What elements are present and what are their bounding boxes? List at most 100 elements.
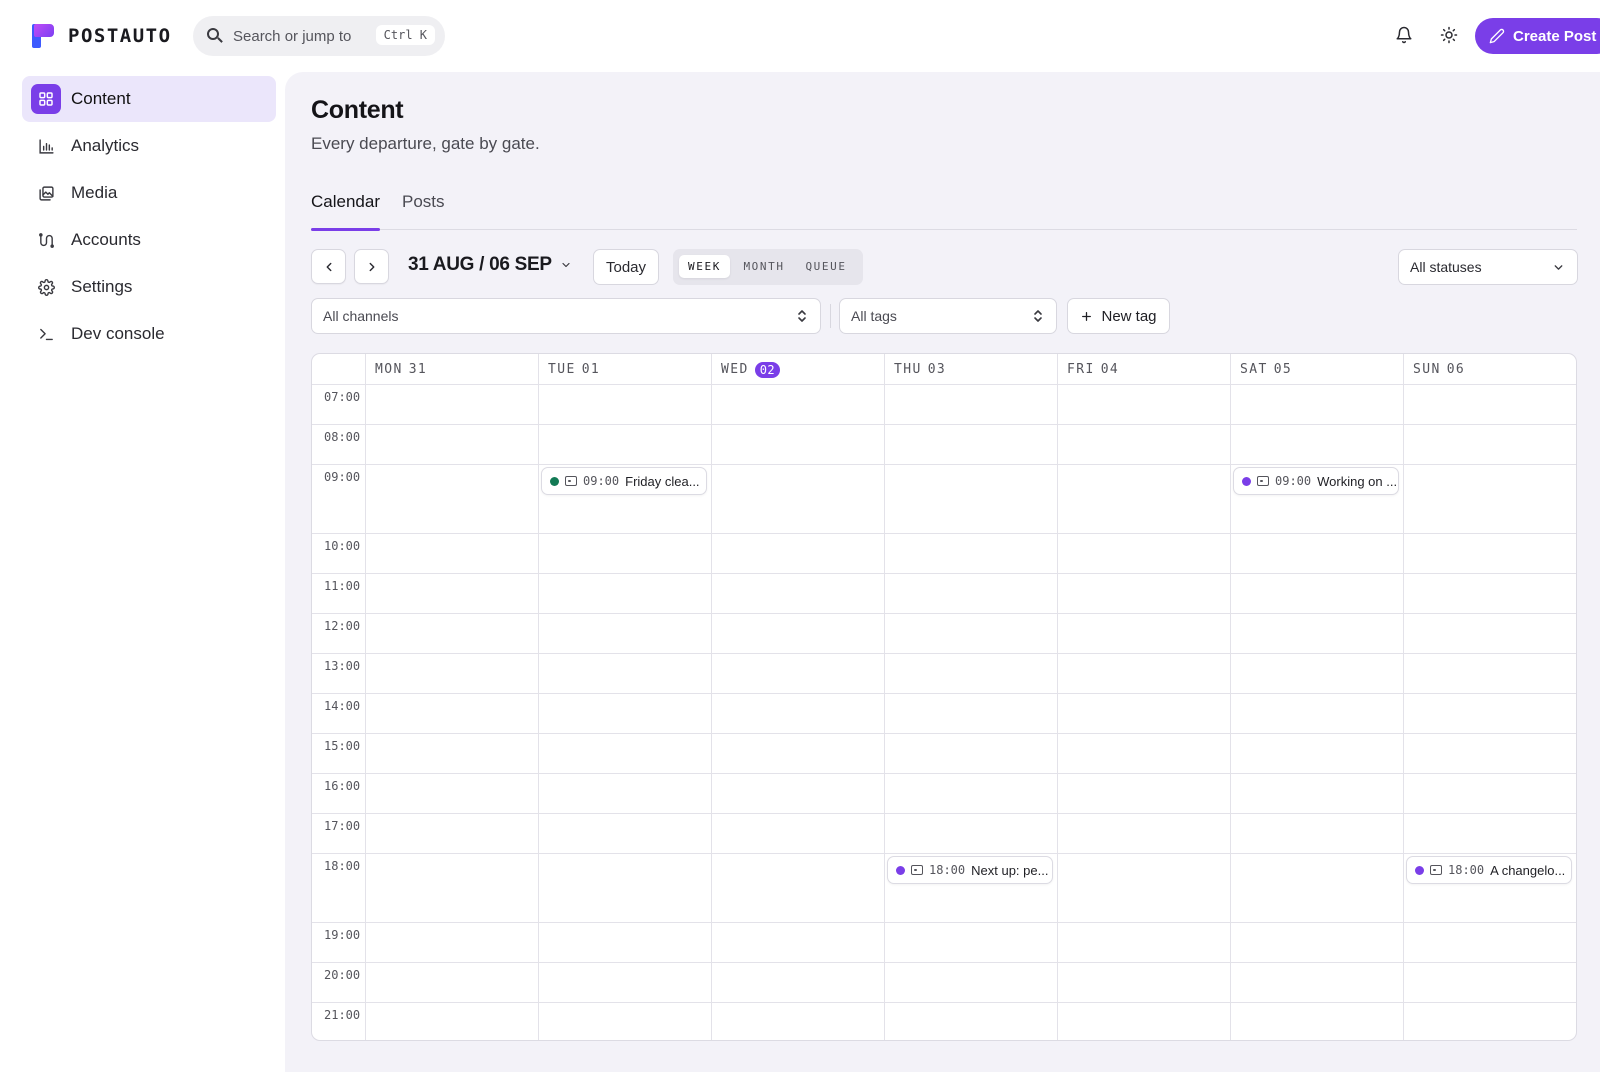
hour-label: 14:00 (324, 699, 361, 713)
hour-row[interactable]: 16:00 (312, 774, 1576, 814)
day-column-divider (365, 385, 366, 1040)
sidebar-item-settings[interactable]: Settings (22, 264, 276, 310)
hour-row[interactable]: 12:00 (312, 614, 1576, 654)
status-dot (896, 865, 905, 875)
tab-bar: Calendar Posts (311, 192, 1577, 231)
theme-toggle-sun-icon[interactable] (1438, 24, 1460, 46)
day-header[interactable]: MON 31 (365, 354, 538, 385)
day-column-divider (1403, 385, 1404, 1040)
view-month-button[interactable]: MONTH (736, 255, 792, 278)
chevron-down-icon (562, 262, 570, 268)
hour-row[interactable]: 10:00 (312, 534, 1576, 574)
tab-posts[interactable]: Posts (402, 192, 445, 230)
hour-label: 21:00 (324, 1008, 361, 1022)
hour-label: 10:00 (324, 539, 361, 553)
day-header[interactable]: FRI 04 (1057, 354, 1230, 385)
main-panel: Content Every departure, gate by gate. C… (285, 72, 1600, 1072)
view-queue-button[interactable]: QUEUE (797, 255, 855, 278)
sidebar-item-dev-console[interactable]: Dev console (22, 311, 276, 357)
hour-row[interactable]: 08:00 (312, 425, 1576, 465)
hour-row[interactable]: 21:00 (312, 1003, 1576, 1040)
tab-calendar[interactable]: Calendar (311, 192, 380, 231)
post-title: Working on ... (1317, 473, 1398, 489)
hour-label: 09:00 (324, 470, 361, 484)
day-header[interactable]: THU 03 (884, 354, 1057, 385)
search-icon (207, 28, 223, 44)
day-column-divider (711, 385, 712, 1040)
hour-label: 11:00 (324, 579, 361, 593)
day-header[interactable]: SAT 05 (1230, 354, 1403, 385)
image-icon (911, 865, 923, 875)
day-date: 01 (581, 362, 601, 377)
week-calendar-grid: MON 31 TUE 01 WED 02 THU 03 FRI 04 SAT 05 SUN 06 07:00… (311, 353, 1577, 1041)
hour-label: 12:00 (324, 619, 361, 633)
tag-filter-select[interactable]: All tags (839, 298, 1057, 334)
hour-row[interactable]: 20:00 (312, 963, 1576, 1003)
previous-week-button[interactable] (311, 249, 346, 284)
sidebar-item-analytics[interactable]: Analytics (22, 123, 276, 169)
status-filter-value: All statuses (1410, 259, 1482, 275)
page-subtitle: Every departure, gate by gate. (311, 134, 540, 153)
day-header[interactable]: TUE 01 (538, 354, 711, 385)
channel-filter-select[interactable]: All channels (311, 298, 821, 334)
day-column-divider (884, 385, 885, 1040)
day-name: THU (894, 362, 922, 377)
accounts-icon (31, 225, 61, 255)
bell-icon[interactable] (1393, 24, 1415, 46)
hour-row[interactable]: 15:00 (312, 734, 1576, 774)
post-title: Friday clea... (625, 473, 700, 489)
day-date: 31 (408, 362, 428, 377)
day-header[interactable]: WED 02 (711, 354, 884, 385)
post-time: 18:00 (1448, 863, 1485, 877)
scheduled-post-card[interactable]: 18:00 Next up: pe... (887, 856, 1053, 884)
create-post-button[interactable]: Create Post (1475, 18, 1600, 54)
sidebar-item-label: Dev console (71, 324, 165, 343)
scheduled-post-card[interactable]: 09:00 Friday clea... (541, 467, 707, 495)
post-title: A changelo... (1490, 862, 1566, 878)
view-week-button[interactable]: WEEK (679, 255, 730, 278)
sidebar-item-content[interactable]: Content (22, 76, 276, 122)
status-filter-select[interactable]: All statuses (1398, 249, 1578, 285)
filter-divider (830, 304, 831, 328)
sidebar-item-label: Accounts (71, 230, 141, 249)
sidebar-item-media[interactable]: Media (22, 170, 276, 216)
page-title: Content (311, 96, 404, 124)
calendar-header: MON 31 TUE 01 WED 02 THU 03 FRI 04 SAT 05 SUN 06 (312, 354, 1576, 385)
sidebar-item-accounts[interactable]: Accounts (22, 217, 276, 263)
sidebar-item-label: Media (71, 183, 118, 202)
search-input[interactable]: Search or jump to Ctrl K (193, 16, 445, 56)
status-dot (550, 476, 559, 486)
create-post-label: Create Post (1513, 27, 1597, 45)
chevron-right-icon (369, 262, 374, 271)
logo[interactable]: POSTAUTO (30, 22, 172, 50)
image-icon (1257, 476, 1269, 486)
hour-row[interactable]: 11:00 (312, 574, 1576, 614)
hour-label: 17:00 (324, 819, 361, 833)
scheduled-post-card[interactable]: 18:00 A changelo... (1406, 856, 1572, 884)
hour-label: 16:00 (324, 779, 361, 793)
new-tag-button[interactable]: New tag (1067, 298, 1170, 334)
hour-row[interactable]: 13:00 (312, 654, 1576, 694)
date-range-label: 31 AUG / 06 SEP (408, 254, 552, 275)
brand-name: POSTAUTO (68, 25, 172, 47)
hour-row[interactable]: 19:00 (312, 923, 1576, 963)
date-range-picker[interactable]: 31 AUG / 06 SEP (408, 254, 572, 276)
chevron-left-icon (326, 262, 331, 271)
chevron-down-icon (1554, 265, 1563, 270)
hour-row[interactable]: 17:00 (312, 814, 1576, 854)
hour-label: 07:00 (324, 390, 361, 404)
sidebar-item-label: Analytics (71, 136, 140, 155)
day-name: FRI (1067, 362, 1095, 377)
scheduled-post-card[interactable]: 09:00 Working on ... (1233, 467, 1399, 495)
hour-row[interactable]: 07:00 (312, 385, 1576, 425)
day-date: 05 (1273, 362, 1293, 377)
hour-row[interactable]: 14:00 (312, 694, 1576, 734)
image-icon (1430, 865, 1442, 875)
media-icon (31, 178, 61, 208)
day-name: WED (721, 362, 749, 377)
chevron-up-down-icon (798, 310, 806, 322)
today-button[interactable]: Today (593, 249, 659, 285)
next-week-button[interactable] (354, 249, 389, 284)
day-header[interactable]: SUN 06 (1403, 354, 1576, 385)
day-column-divider (538, 385, 539, 1040)
